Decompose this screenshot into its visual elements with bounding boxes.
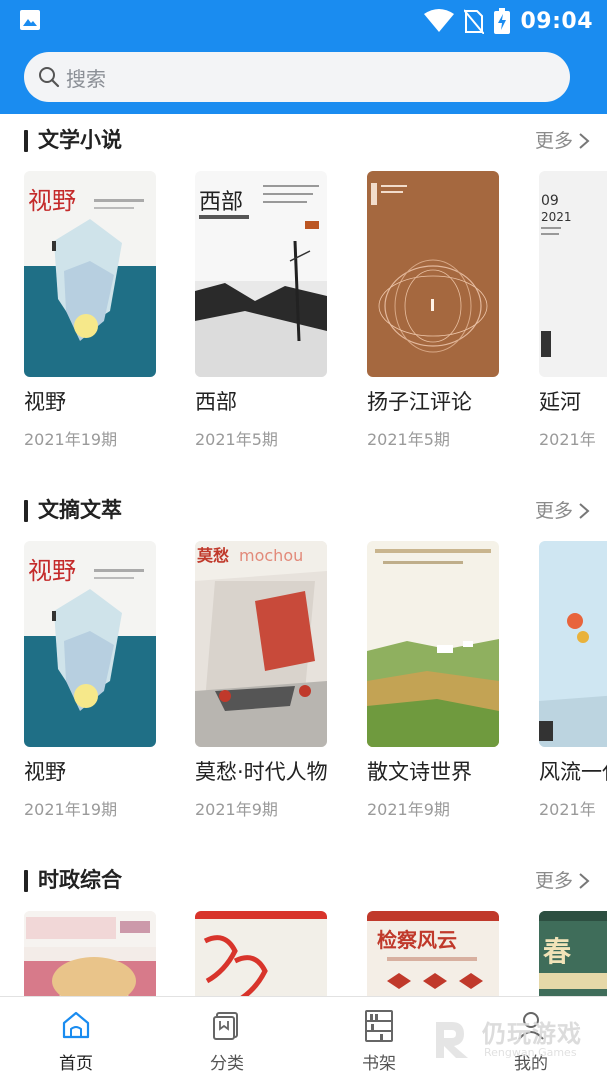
book-cover[interactable]: 视野 [24, 541, 156, 747]
tab-label: 书架 [362, 1054, 396, 1074]
cover-title-xibu: 西部 [199, 190, 243, 215]
chevron-right-icon[interactable] [577, 132, 591, 150]
chevron-right-icon[interactable] [577, 502, 591, 520]
bookshelf-icon [365, 1010, 393, 1042]
section-digest: 文摘文萃 更多 视野 视野 2021年19期 莫愁 mochou 莫愁·时代人物… [0, 490, 607, 850]
section-marker [24, 130, 28, 152]
book-cover[interactable] [367, 541, 499, 747]
book-cover[interactable]: 视野 [24, 171, 156, 377]
book-issue: 2021年5期 [195, 430, 278, 449]
more-link[interactable]: 更多 [535, 866, 573, 893]
book-cover[interactable]: 09 2021 [539, 171, 607, 377]
book-issue: 2021年5期 [367, 430, 450, 449]
more-link[interactable]: 更多 [535, 126, 573, 153]
category-icon [213, 1012, 238, 1040]
section-title: 时政综合 [38, 868, 122, 892]
content-scroll[interactable]: 文学小说 更多 视野 视野 2021年19期 西部 西部 2021年5期 扬子江… [0, 114, 607, 996]
more-link[interactable]: 更多 [535, 496, 573, 523]
section-marker [24, 500, 28, 522]
tab-category[interactable]: 分类 [172, 997, 282, 1080]
search-input[interactable]: 搜索 [24, 52, 570, 102]
cover-title-shiye: 视野 [28, 187, 76, 215]
book-issue: 2021年19期 [24, 800, 118, 819]
book-cover[interactable] [367, 171, 499, 377]
tab-label: 分类 [210, 1054, 244, 1074]
tab-home[interactable]: 首页 [21, 997, 131, 1080]
tab-label: 首页 [59, 1054, 93, 1074]
profile-icon [518, 1012, 544, 1040]
cover-title-shiye: 视野 [28, 557, 76, 585]
book-issue: 2021年9期 [195, 800, 278, 819]
book-cover[interactable]: 春 [539, 911, 607, 996]
book-cover[interactable] [539, 541, 607, 747]
section-header: 文学小说 更多 [0, 120, 607, 160]
book-title: 视野 [24, 390, 66, 414]
home-icon [62, 1011, 90, 1039]
no-sim-icon [464, 9, 485, 34]
book-title: 风流一代 [539, 760, 607, 784]
section-literature: 文学小说 更多 视野 视野 2021年19期 西部 西部 2021年5期 扬子江… [0, 120, 607, 480]
section-title: 文学小说 [38, 128, 122, 152]
bottom-tab-bar: 首页 分类 书架 我的 [0, 996, 607, 1080]
chevron-right-icon[interactable] [577, 872, 591, 890]
svg-text:09: 09 [541, 193, 559, 209]
book-cover[interactable]: 莫愁 mochou [195, 541, 327, 747]
book-title: 莫愁·时代人物 [195, 760, 328, 784]
section-marker [24, 870, 28, 892]
book-title: 视野 [24, 760, 66, 784]
image-notification-icon [20, 10, 40, 30]
section-header: 时政综合 更多 [0, 860, 607, 900]
section-header: 文摘文萃 更多 [0, 490, 607, 530]
tab-bookshelf[interactable]: 书架 [324, 997, 434, 1080]
cover-title-jiancha: 检察风云 [377, 928, 457, 952]
book-issue: 2021年9期 [367, 800, 450, 819]
svg-text:mochou: mochou [239, 546, 303, 565]
section-title: 文摘文萃 [38, 498, 122, 522]
battery-charging-icon [494, 8, 511, 34]
search-icon [39, 67, 60, 88]
book-issue: 2021年 [539, 800, 596, 819]
book-cover[interactable]: 西部 [195, 171, 327, 377]
book-issue: 2021年 [539, 430, 596, 449]
book-title: 散文诗世界 [367, 760, 472, 784]
book-title: 扬子江评论 [367, 390, 472, 414]
book-title: 西部 [195, 390, 237, 414]
book-cover[interactable]: 检察风云 [367, 911, 499, 996]
book-title: 延河 [539, 390, 581, 414]
cover-title-mochou: 莫愁 [196, 546, 229, 565]
book-issue: 2021年19期 [24, 430, 118, 449]
status-bar: 09:04 [0, 0, 607, 42]
svg-text:春: 春 [543, 935, 571, 968]
tab-label: 我的 [514, 1054, 548, 1074]
status-time: 09:04 [520, 8, 593, 34]
svg-text:2021: 2021 [541, 210, 572, 224]
wifi-icon [424, 9, 455, 32]
book-cover[interactable] [24, 911, 156, 996]
section-politics: 时政综合 更多 检察风云 春 [0, 860, 607, 996]
app-header: 09:04 搜索 [0, 0, 607, 114]
tab-profile[interactable]: 我的 [476, 997, 586, 1080]
book-cover[interactable] [195, 911, 327, 996]
search-placeholder: 搜索 [66, 66, 106, 91]
